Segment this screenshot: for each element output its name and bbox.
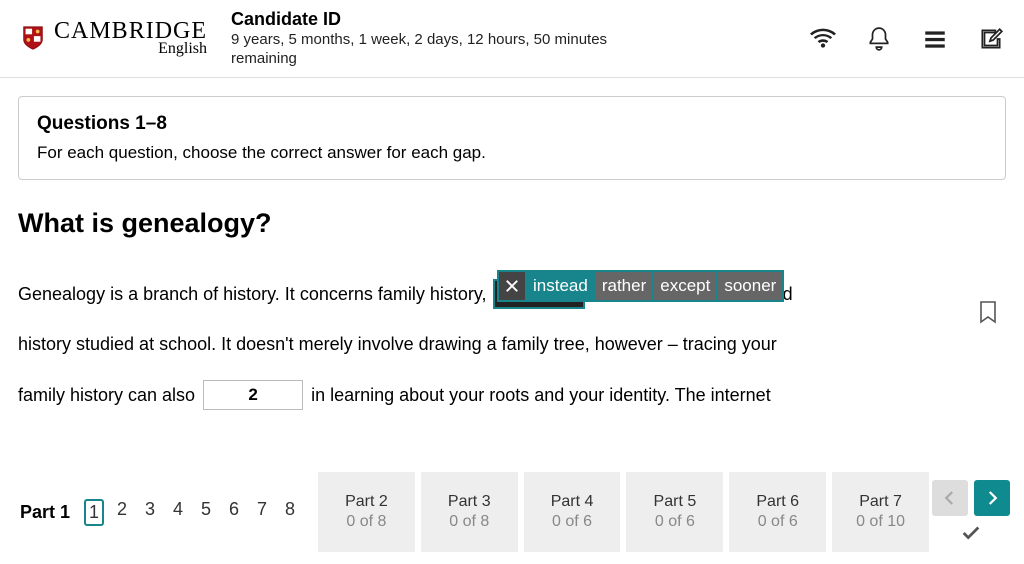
- question-number[interactable]: 3: [140, 499, 160, 526]
- next-button[interactable]: [974, 480, 1010, 516]
- question-number[interactable]: 6: [224, 499, 244, 526]
- question-number[interactable]: 5: [196, 499, 216, 526]
- question-number-list: 1 2 3 4 5 6 7 8: [84, 499, 300, 526]
- candidate-id-label: Candidate ID: [231, 9, 611, 30]
- part-box[interactable]: Part 30 of 8: [421, 472, 518, 552]
- passage-text: Genealogy is a branch of history. It con…: [18, 269, 487, 319]
- passage-text: in learning about your roots and your id…: [311, 370, 771, 420]
- parts-list: Part 20 of 8 Part 30 of 8 Part 40 of 6 P…: [318, 460, 929, 564]
- arrow-left-icon: [941, 489, 959, 507]
- question-number[interactable]: 7: [252, 499, 272, 526]
- part-box[interactable]: Part 50 of 6: [626, 472, 723, 552]
- header-icons: [810, 26, 1004, 52]
- content-area: Questions 1–8 For each question, choose …: [0, 78, 1024, 438]
- popup-option[interactable]: except: [654, 272, 716, 300]
- check-icon[interactable]: [960, 522, 982, 544]
- arrow-right-icon: [983, 489, 1001, 507]
- shield-icon: [20, 25, 46, 51]
- instructions-heading: Questions 1–8: [37, 113, 987, 135]
- part-box[interactable]: Part 70 of 10: [832, 472, 929, 552]
- part-box[interactable]: Part 40 of 6: [524, 472, 621, 552]
- instructions-body: For each question, choose the correct an…: [37, 143, 987, 163]
- wifi-icon: [810, 26, 836, 52]
- menu-icon[interactable]: [922, 26, 948, 52]
- instructions-box: Questions 1–8 For each question, choose …: [18, 96, 1006, 180]
- passage-text: family history can also: [18, 370, 195, 420]
- brand-sub: English: [54, 42, 207, 56]
- nav-buttons: [929, 460, 1024, 564]
- popup-option[interactable]: rather: [596, 272, 652, 300]
- header: CAMBRIDGE English Candidate ID 9 years, …: [0, 0, 1024, 78]
- question-number[interactable]: 8: [280, 499, 300, 526]
- bell-icon[interactable]: [866, 26, 892, 52]
- current-part-label: Part 1: [20, 502, 70, 523]
- gap-2[interactable]: 2: [203, 380, 303, 410]
- brand-logo: CAMBRIDGE English: [20, 21, 207, 57]
- bookmark-icon[interactable]: [978, 300, 998, 324]
- popup-option[interactable]: instead: [527, 272, 594, 300]
- answer-popup: instead rather except sooner: [497, 270, 784, 302]
- part-box[interactable]: Part 60 of 6: [729, 472, 826, 552]
- passage-text: history studied at school. It doesn't me…: [18, 319, 777, 369]
- footer-nav: Part 1 1 2 3 4 5 6 7 8 Part 20 of 8 Part…: [0, 460, 1024, 564]
- question-number[interactable]: 4: [168, 499, 188, 526]
- close-icon: [505, 279, 519, 293]
- question-number[interactable]: 1: [84, 499, 104, 526]
- candidate-block: Candidate ID 9 years, 5 months, 1 week, …: [231, 9, 611, 69]
- popup-option[interactable]: sooner: [718, 272, 782, 300]
- edit-icon[interactable]: [978, 26, 1004, 52]
- time-remaining: 9 years, 5 months, 1 week, 2 days, 12 ho…: [231, 30, 611, 69]
- popup-close[interactable]: [499, 272, 525, 300]
- current-part: Part 1 1 2 3 4 5 6 7 8: [0, 460, 318, 564]
- question-title: What is genealogy?: [18, 208, 1006, 239]
- prev-button[interactable]: [932, 480, 968, 516]
- part-box[interactable]: Part 20 of 8: [318, 472, 415, 552]
- question-number[interactable]: 2: [112, 499, 132, 526]
